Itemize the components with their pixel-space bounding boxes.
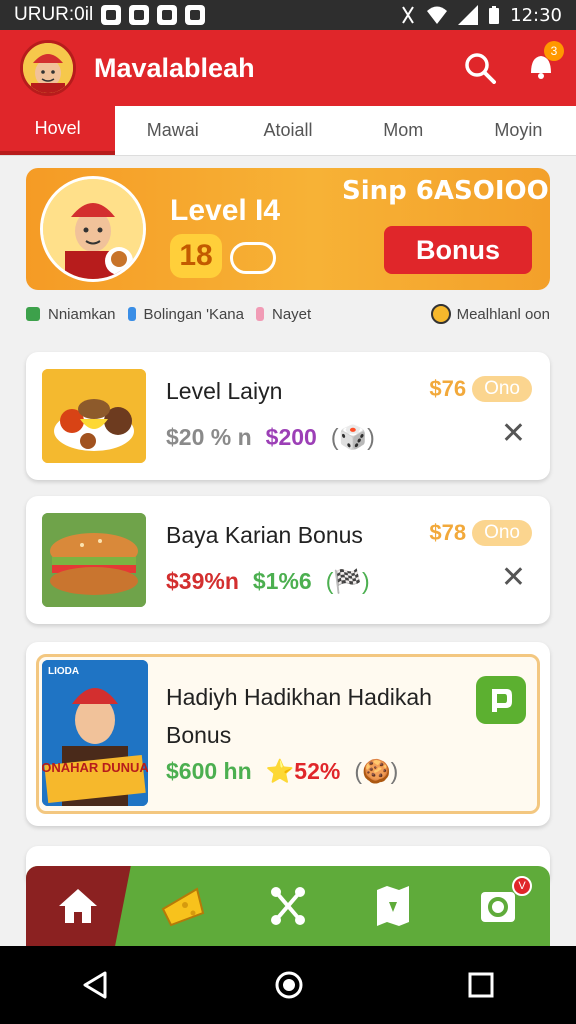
category-green-icon	[26, 307, 40, 321]
nav-home[interactable]	[26, 866, 131, 946]
category-blue-icon	[127, 307, 136, 321]
recents-icon[interactable]	[467, 971, 495, 999]
card-title-line-2: Bonus	[166, 722, 232, 748]
cheese-icon	[161, 887, 205, 927]
wifi-icon	[427, 6, 448, 24]
app-bar: Mavalableah 3	[0, 30, 576, 106]
nav-refresh[interactable]: V	[445, 866, 550, 946]
coin-icon	[430, 304, 451, 324]
banner-level-number: 18	[170, 234, 222, 278]
app-title: Mavalableah	[94, 52, 255, 83]
tag-right[interactable]: Mealhlanl oon	[457, 306, 550, 323]
price-row: $600 hn ⭐52% (🍪)	[166, 758, 398, 785]
bonus-button[interactable]: Bonus	[384, 226, 532, 274]
avatar[interactable]	[20, 40, 76, 96]
signal-icon	[458, 5, 479, 25]
refresh-icon	[480, 892, 515, 922]
price-tag: $78 Ono	[429, 520, 532, 546]
category-pink-icon	[255, 307, 264, 321]
ticket-icon	[230, 242, 276, 274]
tab-bar: Hovel Mawai Atoiall Mom Moyin	[0, 106, 576, 156]
promo-banner[interactable]: Level I4 18 Sinp 6ASOIOO Bonus	[26, 168, 550, 290]
price-original: $20 % n	[166, 424, 252, 450]
price-extra: (🏁)	[325, 568, 370, 594]
tag-amount: $78	[429, 520, 467, 545]
tag-pill: Ono	[472, 520, 532, 546]
price-current: $1%6	[252, 568, 312, 594]
close-icon[interactable]: ✕	[501, 560, 526, 595]
bottom-nav: V	[26, 866, 550, 946]
list-item[interactable]: Level Laiyn $20 % n $200 (🎲) $76 Ono ✕	[26, 352, 550, 480]
price-row: $20 % n $200 (🎲)	[166, 424, 375, 451]
card-title: Hadiyh Hadikhan Hadikah Bonus	[166, 678, 432, 754]
tab-mom[interactable]: Mom	[346, 106, 461, 155]
app-icon	[129, 5, 150, 25]
status-bar: URUR:0il 12:30	[0, 0, 576, 30]
price-original: $600 hn	[166, 758, 252, 784]
back-icon[interactable]	[81, 970, 111, 1000]
home-icon	[59, 889, 98, 923]
price-tag: $76 Ono	[429, 376, 532, 402]
price-current: ⭐52%	[265, 758, 341, 784]
shield-icon	[157, 5, 178, 25]
list-item[interactable]: HONAHAR DUNUAN LIODA Hadiyh Hadikhan Had…	[26, 642, 550, 826]
price-row: $39%n $1%6 (🏁)	[166, 568, 370, 595]
tag-item-1[interactable]: Nniamkan	[48, 306, 116, 323]
tab-hovel[interactable]: Hovel	[0, 106, 116, 155]
price-extra: (🎲)	[330, 424, 375, 450]
tag-amount: $76	[429, 376, 467, 401]
chef-portrait	[40, 176, 146, 282]
tab-mawai[interactable]: Mawai	[115, 106, 230, 155]
sandwich-image	[42, 513, 146, 607]
nav-badge: V	[511, 876, 532, 896]
status-text: URUR:0il	[14, 4, 94, 25]
clock: 12:30	[510, 4, 562, 26]
notification-badge: 3	[544, 40, 564, 61]
banner-level: Level I4	[170, 194, 281, 227]
close-icon[interactable]: ✕	[501, 416, 526, 451]
banner-promo-text: Sinp 6ASOIOO	[342, 176, 549, 206]
tag-item-3[interactable]: Nayet	[272, 306, 311, 323]
nav-cheese[interactable]	[131, 866, 236, 946]
mail-icon	[101, 5, 122, 25]
tag-item-2[interactable]: Bolingan 'Kana	[144, 306, 244, 323]
card-title-line-1: Hadiyh Hadikhan Hadikah	[166, 684, 432, 710]
price-extra: (🍪)	[354, 758, 399, 784]
card-title: Level Laiyn	[166, 378, 283, 404]
tab-atoiall[interactable]: Atoiall	[230, 106, 345, 155]
list-item[interactable]: Baya Karian Bonus $39%n $1%6 (🏁) $78 Ono…	[26, 496, 550, 624]
vibrate-icon	[402, 6, 414, 24]
open-button[interactable]	[476, 676, 526, 724]
home-circle-icon[interactable]	[273, 969, 305, 1001]
notification-icon	[185, 5, 206, 25]
system-nav-bar	[0, 946, 576, 1024]
price-current: $200	[265, 424, 317, 450]
search-icon[interactable]	[464, 52, 496, 84]
tag-pill: Ono	[472, 376, 532, 402]
open-icon	[492, 689, 512, 712]
notifications-button[interactable]: 3	[526, 40, 564, 86]
tab-moyin[interactable]: Moyin	[461, 106, 576, 155]
chef-poster-image: HONAHAR DUNUAN LIODA	[42, 660, 148, 806]
price-original: $39%n	[166, 568, 239, 594]
food-platter-image	[42, 369, 146, 463]
battery-icon	[489, 6, 500, 24]
card-title: Baya Karian Bonus	[166, 522, 363, 548]
poster-headline: HONAHAR DUNUAN	[42, 760, 148, 775]
poster-corner-label: LIODA	[48, 666, 79, 677]
share-icon	[270, 887, 305, 925]
nav-share[interactable]	[236, 866, 341, 946]
map-icon	[376, 886, 409, 926]
category-tags: Nniamkan Bolingan 'Kana Nayet Mealhlanl …	[26, 302, 550, 326]
nav-map[interactable]	[340, 866, 445, 946]
